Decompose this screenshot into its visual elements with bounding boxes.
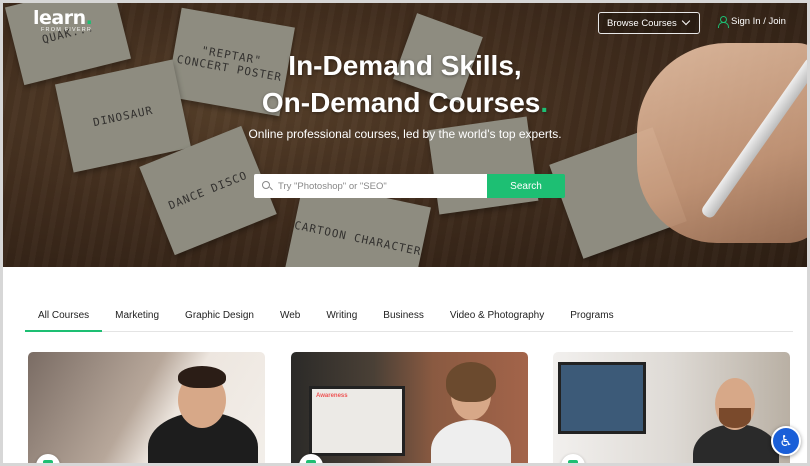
course-card-1[interactable]	[28, 352, 265, 463]
browse-courses-button[interactable]: Browse Courses	[598, 12, 700, 34]
course-badge-icon	[561, 454, 585, 463]
logo-subtitle: FROM FIVERR	[41, 27, 93, 33]
instructor-image	[693, 424, 779, 463]
tab-web[interactable]: Web	[267, 303, 313, 332]
tab-programs[interactable]: Programs	[557, 303, 626, 332]
hero-banner: QUAK... "REPTAR" CONCERT POSTER DINOSAUR…	[3, 3, 807, 267]
tab-all-courses[interactable]: All Courses	[25, 303, 103, 332]
instructor-image	[431, 420, 511, 463]
course-card-2[interactable]: Awareness	[291, 352, 528, 463]
search-button[interactable]: Search	[487, 174, 565, 198]
tab-business[interactable]: Business	[370, 303, 437, 332]
page-frame: QUAK... "REPTAR" CONCERT POSTER DINOSAUR…	[0, 0, 810, 466]
wall-screen-image	[558, 362, 646, 434]
browse-courses-label: Browse Courses	[607, 17, 677, 29]
instructor-hair	[178, 366, 226, 388]
tab-writing[interactable]: Writing	[313, 303, 370, 332]
search-bar: Search	[254, 174, 565, 198]
search-icon	[262, 181, 272, 191]
tab-video-photography[interactable]: Video & Photography	[437, 303, 557, 332]
accessibility-button[interactable]: ♿	[771, 426, 801, 456]
instructor-hair	[446, 362, 496, 402]
hero-headline: In-Demand Skills, On-Demand Courses.	[3, 47, 807, 121]
course-badge-icon	[36, 454, 60, 463]
slide-title: Awareness	[316, 393, 348, 399]
headline-dot: .	[540, 87, 549, 118]
search-field[interactable]	[254, 174, 487, 198]
tab-marketing[interactable]: Marketing	[102, 303, 172, 332]
hero-subtitle: Online professional courses, led by the …	[248, 127, 562, 141]
laptop-screen-image: Awareness	[309, 386, 405, 456]
course-card-3[interactable]	[553, 352, 790, 463]
logo-dot: .	[85, 7, 93, 29]
tab-graphic-design[interactable]: Graphic Design	[172, 303, 267, 332]
headline-line-2: On-Demand Courses.	[3, 84, 807, 121]
headline-line-2-text: On-Demand Courses	[261, 87, 541, 118]
accessibility-icon: ♿	[779, 431, 793, 450]
search-input[interactable]	[278, 180, 478, 192]
instructor-beard	[719, 408, 751, 428]
chevron-down-icon	[681, 16, 691, 26]
category-tabs: All Courses Marketing Graphic Design Web…	[25, 303, 793, 332]
signin-link[interactable]: Sign In / Join	[718, 16, 786, 28]
headline-line-1: In-Demand Skills,	[288, 50, 522, 81]
logo-text: learn	[33, 7, 86, 29]
user-icon	[718, 16, 729, 28]
learn-logo[interactable]: learn. FROM FIVERR	[33, 7, 93, 33]
signin-label: Sign In / Join	[731, 16, 786, 27]
